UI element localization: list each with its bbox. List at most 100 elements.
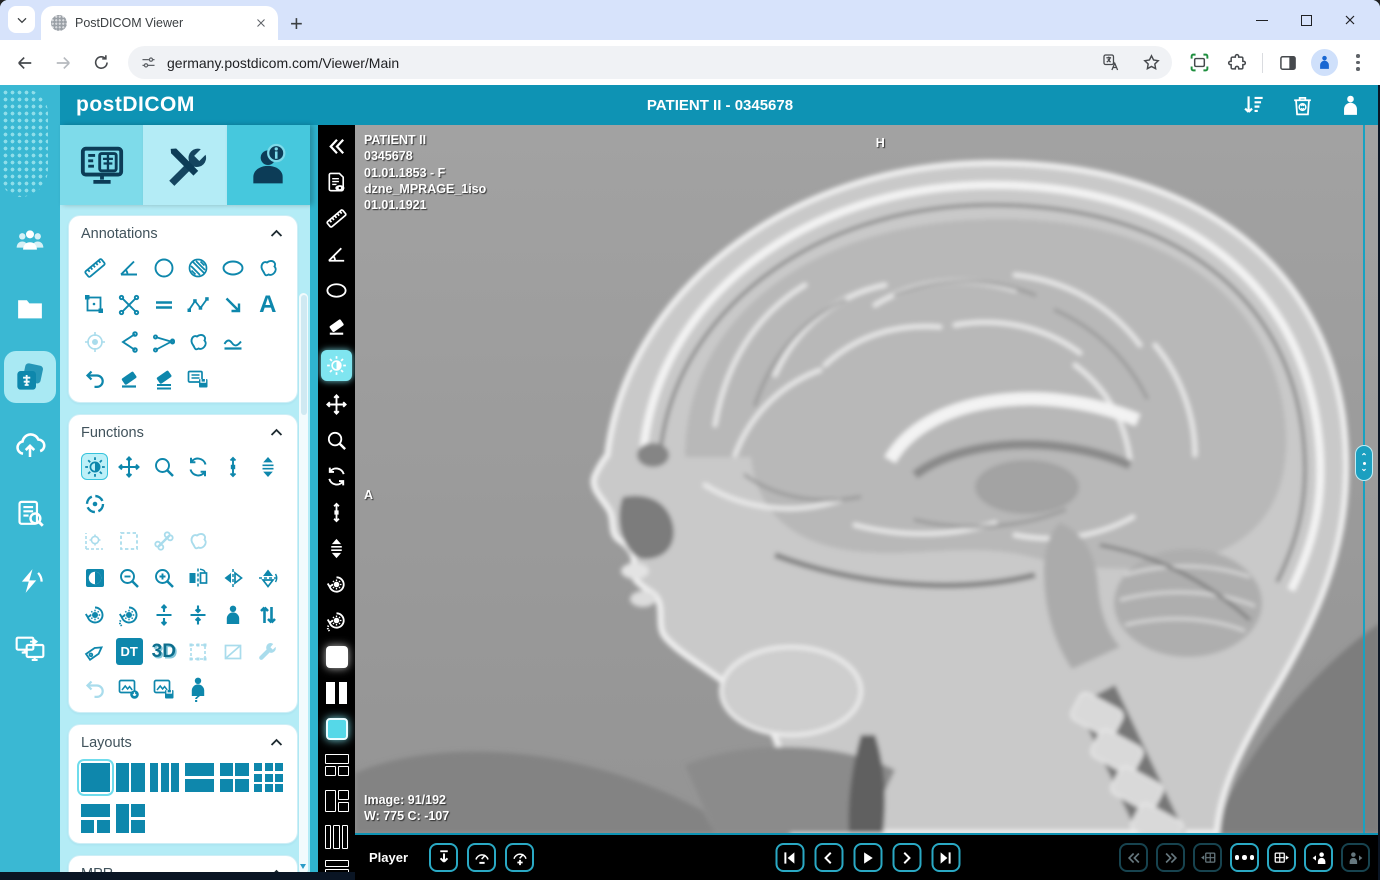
more-options-button[interactable] (1230, 843, 1259, 872)
play-button[interactable] (853, 843, 882, 872)
layout-3x3[interactable] (254, 763, 283, 792)
address-bar[interactable]: germany.postdicom.com/Viewer/Main (128, 46, 1172, 79)
save-annotations-button[interactable] (185, 365, 212, 392)
freehand-region-tool[interactable] (185, 527, 212, 554)
collapse-layouts-icon[interactable] (268, 734, 285, 751)
erase-annotation-button[interactable] (116, 365, 143, 392)
open-angle-tool[interactable] (116, 328, 143, 355)
three-d-tool[interactable]: 3D (150, 638, 177, 665)
scroll-down-icon[interactable] (300, 864, 306, 872)
layout-1x1[interactable] (81, 763, 110, 792)
layout-1x2[interactable] (116, 763, 145, 792)
pan-tool[interactable] (116, 453, 143, 480)
profile-avatar[interactable] (1311, 49, 1338, 76)
rotate-reset-quick[interactable] (322, 572, 352, 597)
forward-icon[interactable] (48, 48, 78, 78)
layout-1x3[interactable] (150, 763, 179, 792)
close-button[interactable] (1328, 0, 1372, 40)
bone-tool[interactable] (150, 527, 177, 554)
layout-1x3-quick[interactable] (322, 824, 352, 849)
text-annotation-tool[interactable]: A (254, 291, 281, 318)
repair-tool[interactable] (254, 638, 281, 665)
maximize-button[interactable] (1284, 0, 1328, 40)
undo-function-button[interactable] (81, 675, 108, 702)
rotate-tool-quick[interactable] (322, 464, 352, 489)
pan-tool-quick[interactable] (322, 392, 352, 417)
expand-vertical-button[interactable] (150, 601, 177, 628)
browser-menu-icon[interactable] (1346, 54, 1370, 71)
tag-browser-button[interactable] (81, 638, 108, 665)
stack-scroll-tool[interactable] (254, 453, 281, 480)
ruler-tool[interactable] (81, 254, 108, 281)
select-region-tool[interactable] (185, 638, 212, 665)
collapse-annotations-icon[interactable] (268, 225, 285, 242)
sort-series-button[interactable] (254, 601, 281, 628)
layout-1x2-quick[interactable] (322, 680, 352, 705)
tab-tools[interactable] (143, 125, 226, 205)
extensions-icon[interactable] (1222, 48, 1252, 78)
sidebar-item-folders[interactable] (4, 283, 56, 335)
clear-region-tool[interactable] (220, 638, 247, 665)
rotate-window-reset-quick[interactable] (322, 608, 352, 633)
collapse-functions-icon[interactable] (268, 424, 285, 441)
flip-horizontal-button[interactable] (185, 564, 212, 591)
erase-all-annotations-button[interactable] (150, 365, 177, 392)
rectangle-roi-tool[interactable] (81, 291, 108, 318)
layout-1-over-2[interactable] (81, 804, 110, 833)
collapse-vertical-button[interactable] (185, 601, 212, 628)
stack-scroll-tool-quick[interactable] (322, 536, 352, 561)
circle-tool[interactable] (150, 254, 177, 281)
crosshair-tool[interactable] (81, 490, 108, 517)
scroll-tool-quick[interactable] (322, 500, 352, 525)
freehand-tool[interactable] (254, 254, 281, 281)
probe-tool[interactable] (81, 328, 108, 355)
site-settings-icon[interactable] (140, 54, 157, 71)
dt-tool[interactable]: DT (116, 638, 143, 665)
sidebar-item-users[interactable] (4, 215, 56, 267)
export-cine-button[interactable] (429, 843, 458, 872)
undo-annotation-button[interactable] (81, 365, 108, 392)
layout-2x2[interactable] (220, 763, 249, 792)
sidebar-item-sync[interactable] (4, 555, 56, 607)
parallel-lines-tool[interactable] (150, 291, 177, 318)
layout-current-quick[interactable] (322, 716, 352, 741)
cobb-angle-tool[interactable] (150, 328, 177, 355)
tab-viewer-display[interactable] (60, 125, 143, 205)
window-level-tool[interactable] (81, 453, 108, 480)
layout-1x1-quick[interactable] (322, 644, 352, 669)
previous-series-button[interactable] (1119, 843, 1148, 872)
rotate-reset-button[interactable] (81, 601, 108, 628)
patient-orientation-button[interactable] (220, 601, 247, 628)
tab-close-icon[interactable] (254, 16, 268, 30)
layout-1-plus-2[interactable] (116, 804, 145, 833)
tab-patient-info[interactable] (227, 125, 310, 205)
browser-tab[interactable]: PostDICOM Viewer (41, 6, 278, 40)
report-preview-tool[interactable] (322, 170, 352, 195)
back-icon[interactable] (10, 48, 40, 78)
sidebar-item-remote-monitors[interactable] (4, 623, 56, 675)
collapse-panel-icon[interactable] (322, 134, 352, 159)
slower-button[interactable] (467, 843, 496, 872)
arrow-tool[interactable] (220, 291, 247, 318)
zoom-in-button[interactable] (150, 564, 177, 591)
scroll-tool[interactable] (220, 453, 247, 480)
ruler-tool-quick[interactable] (322, 206, 352, 231)
url-text[interactable]: germany.postdicom.com/Viewer/Main (167, 55, 1086, 71)
dicom-viewport[interactable]: PATIENT II 0345678 01.01.1853 - F dzne_M… (355, 125, 1380, 833)
previous-patient-button[interactable] (1304, 843, 1333, 872)
layout-1-over-2-quick[interactable] (322, 752, 352, 777)
angle-tool-quick[interactable] (322, 242, 352, 267)
previous-stack-button[interactable] (1193, 843, 1222, 872)
rotate-window-reset-button[interactable] (116, 601, 143, 628)
save-image-button[interactable] (150, 675, 177, 702)
layout-1-plus-2-quick[interactable] (322, 788, 352, 813)
flip-vertical-button[interactable] (254, 564, 281, 591)
sidebar-item-cloud-upload[interactable] (4, 419, 56, 471)
closed-region-tool[interactable] (185, 328, 212, 355)
zoom-out-button[interactable] (116, 564, 143, 591)
next-image-button[interactable] (892, 843, 921, 872)
window-level-tool-quick[interactable] (321, 350, 352, 381)
side-panel-icon[interactable] (1273, 48, 1303, 78)
account-icon[interactable] (1336, 91, 1364, 119)
ellipse-tool[interactable] (220, 254, 247, 281)
